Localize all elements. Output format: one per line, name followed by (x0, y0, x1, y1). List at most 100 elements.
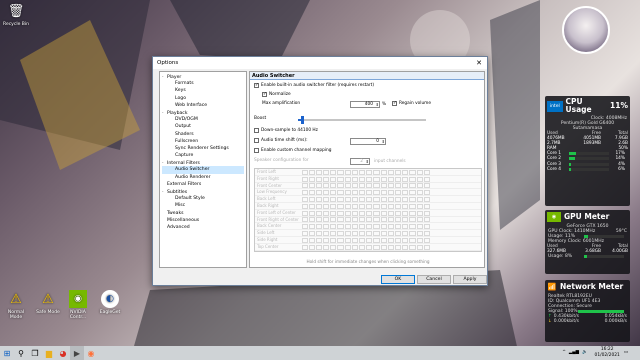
file-explorer-button[interactable]: ▆ (42, 346, 56, 360)
matrix-cell-checkbox[interactable] (359, 210, 366, 216)
matrix-cell-checkbox[interactable] (344, 237, 351, 243)
matrix-cell-checkbox[interactable] (359, 169, 366, 175)
tree-item[interactable]: - Internal Filters (162, 159, 244, 166)
tree-item[interactable]: Sync Renderer Settings (162, 145, 244, 152)
matrix-cell-checkbox[interactable] (409, 197, 416, 203)
matrix-cell-checkbox[interactable] (394, 190, 402, 196)
start-button[interactable]: ⊞ (0, 346, 14, 360)
matrix-cell-checkbox[interactable] (423, 244, 430, 250)
matrix-cell-checkbox[interactable] (323, 231, 330, 237)
matrix-cell-checkbox[interactable] (394, 197, 402, 203)
clock[interactable]: 16:22 01/02/2021 (595, 347, 620, 358)
matrix-cell-checkbox[interactable] (366, 183, 373, 189)
matrix-cell-checkbox[interactable] (416, 237, 423, 243)
matrix-cell-checkbox[interactable] (323, 203, 330, 209)
matrix-cell-checkbox[interactable] (344, 190, 351, 196)
matrix-cell-checkbox[interactable] (308, 203, 315, 209)
matrix-cell-checkbox[interactable] (373, 237, 380, 243)
matrix-cell-checkbox[interactable] (402, 237, 409, 243)
tree-item[interactable]: Capture (162, 152, 244, 159)
matrix-cell-checkbox[interactable] (366, 224, 373, 230)
close-icon[interactable]: ✕ (473, 58, 485, 68)
matrix-cell-checkbox[interactable] (423, 224, 430, 230)
chrome-button[interactable]: ◕ (56, 346, 70, 360)
matrix-cell-checkbox[interactable] (359, 224, 366, 230)
matrix-cell-checkbox[interactable] (387, 237, 394, 243)
matrix-cell-checkbox[interactable] (373, 217, 380, 223)
matrix-cell-checkbox[interactable] (359, 203, 366, 209)
matrix-cell-checkbox[interactable] (315, 169, 323, 175)
matrix-cell-checkbox[interactable] (323, 190, 330, 196)
matrix-cell-checkbox[interactable] (351, 183, 358, 189)
matrix-cell-checkbox[interactable] (409, 237, 416, 243)
normalize-checkbox[interactable] (262, 92, 267, 97)
matrix-cell-checkbox[interactable] (416, 176, 423, 182)
matrix-cell-checkbox[interactable] (380, 169, 387, 175)
matrix-cell-checkbox[interactable] (394, 231, 402, 237)
matrix-cell-checkbox[interactable] (351, 244, 358, 250)
matrix-cell-checkbox[interactable] (366, 169, 373, 175)
tree-item[interactable]: Output (162, 123, 244, 130)
desktop-icon-safe-mode[interactable]: ⚠ Safe Mode (34, 290, 62, 316)
matrix-cell-checkbox[interactable] (416, 203, 423, 209)
matrix-cell-checkbox[interactable] (301, 217, 308, 223)
matrix-cell-checkbox[interactable] (301, 169, 308, 175)
tree-item[interactable]: - Player (162, 73, 244, 80)
time-shift-checkbox[interactable] (254, 138, 259, 143)
matrix-cell-checkbox[interactable] (315, 224, 323, 230)
matrix-cell-checkbox[interactable] (402, 231, 409, 237)
matrix-cell-checkbox[interactable] (337, 176, 344, 182)
matrix-cell-checkbox[interactable] (416, 210, 423, 216)
normalize-option[interactable]: Normalize (262, 92, 291, 97)
time-shift-input[interactable]: 0 (350, 138, 386, 145)
matrix-cell-checkbox[interactable] (301, 237, 308, 243)
matrix-cell-checkbox[interactable] (366, 210, 373, 216)
matrix-cell-checkbox[interactable] (423, 183, 430, 189)
matrix-cell-checkbox[interactable] (373, 169, 380, 175)
matrix-cell-checkbox[interactable] (416, 244, 423, 250)
matrix-cell-checkbox[interactable] (402, 169, 409, 175)
matrix-cell-checkbox[interactable] (308, 217, 315, 223)
matrix-cell-checkbox[interactable] (423, 217, 430, 223)
matrix-cell-checkbox[interactable] (366, 237, 373, 243)
matrix-cell-checkbox[interactable] (409, 224, 416, 230)
speaker-config-input[interactable]: 2 (350, 158, 370, 165)
matrix-cell-checkbox[interactable] (337, 210, 344, 216)
matrix-cell-checkbox[interactable] (337, 197, 344, 203)
tree-item[interactable]: DVD/OGM (162, 116, 244, 123)
matrix-cell-checkbox[interactable] (315, 183, 323, 189)
matrix-cell-checkbox[interactable] (394, 183, 402, 189)
tree-item[interactable]: Logo (162, 95, 244, 102)
matrix-cell-checkbox[interactable] (344, 210, 351, 216)
matrix-cell-checkbox[interactable] (423, 237, 430, 243)
matrix-cell-checkbox[interactable] (323, 217, 330, 223)
matrix-cell-checkbox[interactable] (308, 237, 315, 243)
tree-item[interactable]: Default Style (162, 195, 244, 202)
matrix-cell-checkbox[interactable] (344, 231, 351, 237)
matrix-cell-checkbox[interactable] (394, 237, 402, 243)
matrix-cell-checkbox[interactable] (315, 237, 323, 243)
matrix-cell-checkbox[interactable] (330, 197, 337, 203)
matrix-cell-checkbox[interactable] (416, 231, 423, 237)
matrix-cell-checkbox[interactable] (359, 237, 366, 243)
matrix-cell-checkbox[interactable] (387, 217, 394, 223)
dialog-title-bar[interactable]: Options (153, 57, 487, 69)
matrix-cell-checkbox[interactable] (373, 244, 380, 250)
matrix-cell-checkbox[interactable] (351, 217, 358, 223)
matrix-cell-checkbox[interactable] (402, 224, 409, 230)
matrix-cell-checkbox[interactable] (315, 244, 323, 250)
matrix-cell-checkbox[interactable] (351, 231, 358, 237)
regain-volume-checkbox[interactable] (392, 101, 397, 106)
tree-item[interactable]: Miscellaneous (162, 217, 244, 224)
matrix-cell-checkbox[interactable] (373, 210, 380, 216)
matrix-cell-checkbox[interactable] (330, 224, 337, 230)
firefox-button[interactable]: ◉ (84, 346, 98, 360)
matrix-cell-checkbox[interactable] (423, 169, 430, 175)
matrix-cell-checkbox[interactable] (366, 190, 373, 196)
custom-mapping-checkbox[interactable] (254, 148, 259, 153)
tree-item[interactable]: Advanced (162, 224, 244, 231)
matrix-cell-checkbox[interactable] (380, 237, 387, 243)
tree-item[interactable]: Fullscreen (162, 138, 244, 145)
tree-item[interactable]: - Subtitles (162, 188, 244, 195)
matrix-cell-checkbox[interactable] (380, 176, 387, 182)
